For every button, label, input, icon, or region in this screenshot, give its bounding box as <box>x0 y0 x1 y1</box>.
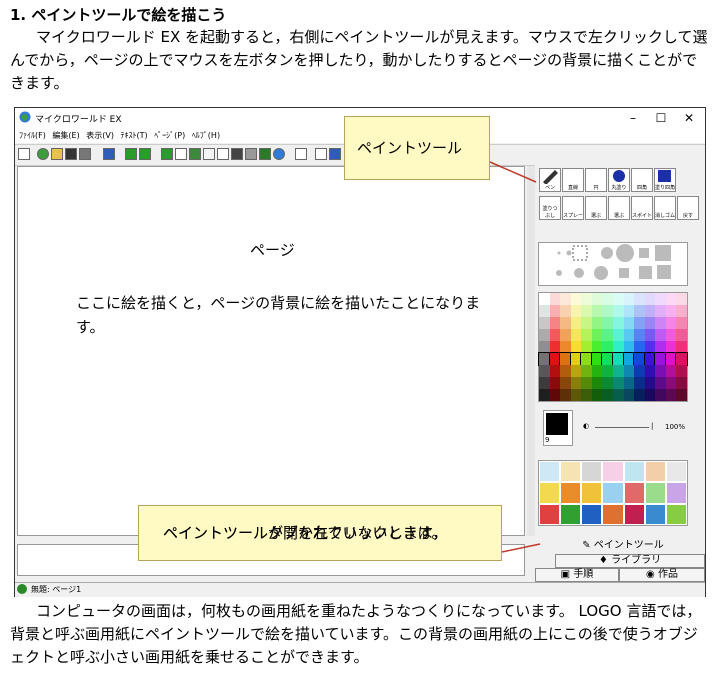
callout-arrows <box>489 161 541 553</box>
callout-tip: ペイントツールが開かれていないときは， ペイントツールタブを左クリックします。 <box>138 505 502 561</box>
callout-paint-tool: ペイントツール <box>344 116 490 180</box>
outro-paragraph: コンピュータの画面は，何枚もの画用紙を重ねたようなつくりになっています。 LOG… <box>10 600 710 669</box>
outro-text: コンピュータの画面は，何枚もの画用紙を重ねたようなつくりになっています。 LOG… <box>10 602 702 666</box>
callout-paint-tool-text: ペイントツール <box>357 139 463 157</box>
arrow-to-paint-tool <box>489 161 537 183</box>
tip-line-2: ペイントツールタブを左クリックします。 <box>163 524 447 542</box>
arrow-to-paint-tab <box>501 543 541 553</box>
callout-tip-text: ペイントツールが開かれていないときは， ペイントツールタブを左クリックします。 <box>151 514 501 542</box>
